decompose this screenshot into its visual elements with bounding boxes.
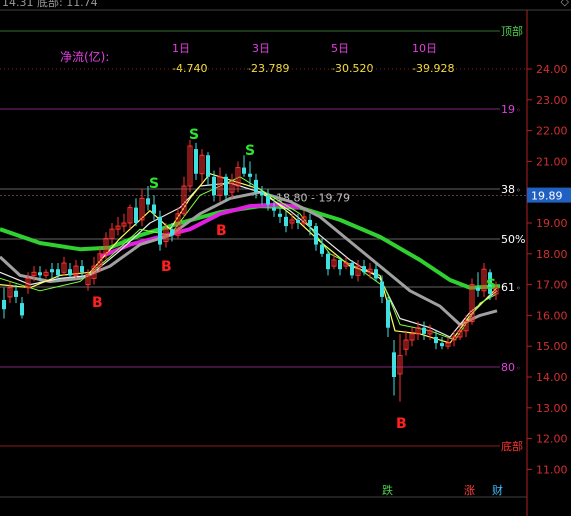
level-label: 61 — [501, 281, 515, 294]
candle-body-down — [206, 155, 210, 177]
level-label: 38 — [501, 183, 515, 196]
buy-signal: B — [161, 259, 172, 275]
candle-body-down — [212, 176, 216, 196]
current-price-label: 19.89 — [531, 190, 563, 203]
candle-body-down — [320, 244, 324, 254]
sell-signal: S — [486, 277, 496, 293]
buy-signal: B — [216, 223, 227, 239]
candle-body-down — [134, 207, 138, 223]
price-tick-label: 14.00 — [536, 371, 568, 384]
candle-body-down — [308, 219, 312, 227]
price-tick-label: 21.00 — [536, 155, 568, 168]
level-marker: ◦ — [516, 186, 521, 195]
price-tick-label: 23.00 — [536, 94, 568, 107]
candle-body-down — [248, 173, 252, 177]
kline-chart[interactable]: 顶部19◦38◦50%61◦80◦底部24.0023.0022.0021.002… — [0, 0, 571, 516]
candle-body-down — [152, 204, 156, 214]
candle-body-down — [266, 195, 270, 205]
ma-yellow-line — [0, 173, 498, 344]
buy-signal: B — [92, 295, 103, 311]
candle-body-down — [284, 216, 288, 227]
price-tick-label: 11.00 — [536, 463, 568, 476]
candle-body-down — [314, 226, 318, 245]
candle-body-down — [296, 219, 300, 223]
candle-body-down — [422, 327, 426, 334]
candle-body-down — [392, 352, 396, 377]
candle-body-down — [350, 263, 354, 276]
candle-body-down — [20, 303, 24, 316]
price-tick-label: 19.00 — [536, 217, 568, 230]
range-label: 18.80 - 19.79 — [276, 192, 350, 205]
level-label: 19 — [501, 103, 515, 116]
candle-body-down — [242, 167, 246, 174]
candle-body-down — [440, 343, 444, 347]
level-label: 底部 — [501, 439, 523, 453]
candle-body-down — [2, 300, 6, 310]
candle-body-down — [68, 269, 72, 276]
candle-body-down — [170, 229, 174, 236]
candle-body-down — [260, 192, 264, 196]
candle-body-down — [362, 266, 366, 273]
price-tick-label: 16.00 — [536, 309, 568, 322]
candle-body-down — [476, 287, 480, 291]
price-tick-label: 18.00 — [536, 248, 568, 261]
candle-body-down — [326, 253, 330, 270]
rise-button[interactable]: 涨 — [462, 482, 477, 498]
sell-signal: S — [149, 176, 159, 192]
price-tick-label: 17.00 — [536, 279, 568, 292]
candle-body-down — [338, 259, 342, 270]
candle-body-down — [272, 207, 276, 211]
candle-body-down — [278, 213, 282, 217]
candle-body-down — [386, 300, 390, 328]
candle-body-down — [158, 216, 162, 245]
candle-body-down — [50, 269, 54, 273]
price-tick-label: 24.00 — [536, 63, 568, 76]
price-tick-label: 13.00 — [536, 402, 568, 415]
candle-body-down — [146, 198, 150, 205]
level-label: 顶部 — [501, 24, 523, 38]
candle-body-down — [38, 272, 42, 276]
level-marker: ◦ — [516, 106, 521, 115]
buy-signal: B — [396, 416, 407, 432]
candle-body-down — [224, 176, 228, 196]
candle-body-down — [56, 269, 60, 276]
candle-body-down — [194, 149, 198, 174]
sell-signal: S — [245, 143, 255, 159]
level-label: 50% — [501, 233, 525, 246]
ma-gray-line — [0, 190, 498, 327]
candle-body-down — [254, 179, 258, 193]
price-tick-label: 22.00 — [536, 125, 568, 138]
candle-body-down — [380, 281, 384, 297]
finance-button[interactable]: 财 — [490, 482, 505, 498]
candle-body-down — [14, 290, 18, 297]
level-marker: ◦ — [516, 364, 521, 373]
level-label: 80 — [501, 361, 515, 374]
ma-lime-line — [0, 176, 498, 341]
fall-button[interactable]: 跌 — [380, 482, 395, 498]
candle-body-down — [434, 336, 438, 344]
level-marker: ◦ — [516, 284, 521, 293]
candle-body-down — [374, 269, 378, 279]
price-tick-label: 15.00 — [536, 340, 568, 353]
candle-body-down — [80, 266, 84, 273]
sell-signal: S — [189, 127, 199, 143]
price-tick-label: 12.00 — [536, 433, 568, 446]
